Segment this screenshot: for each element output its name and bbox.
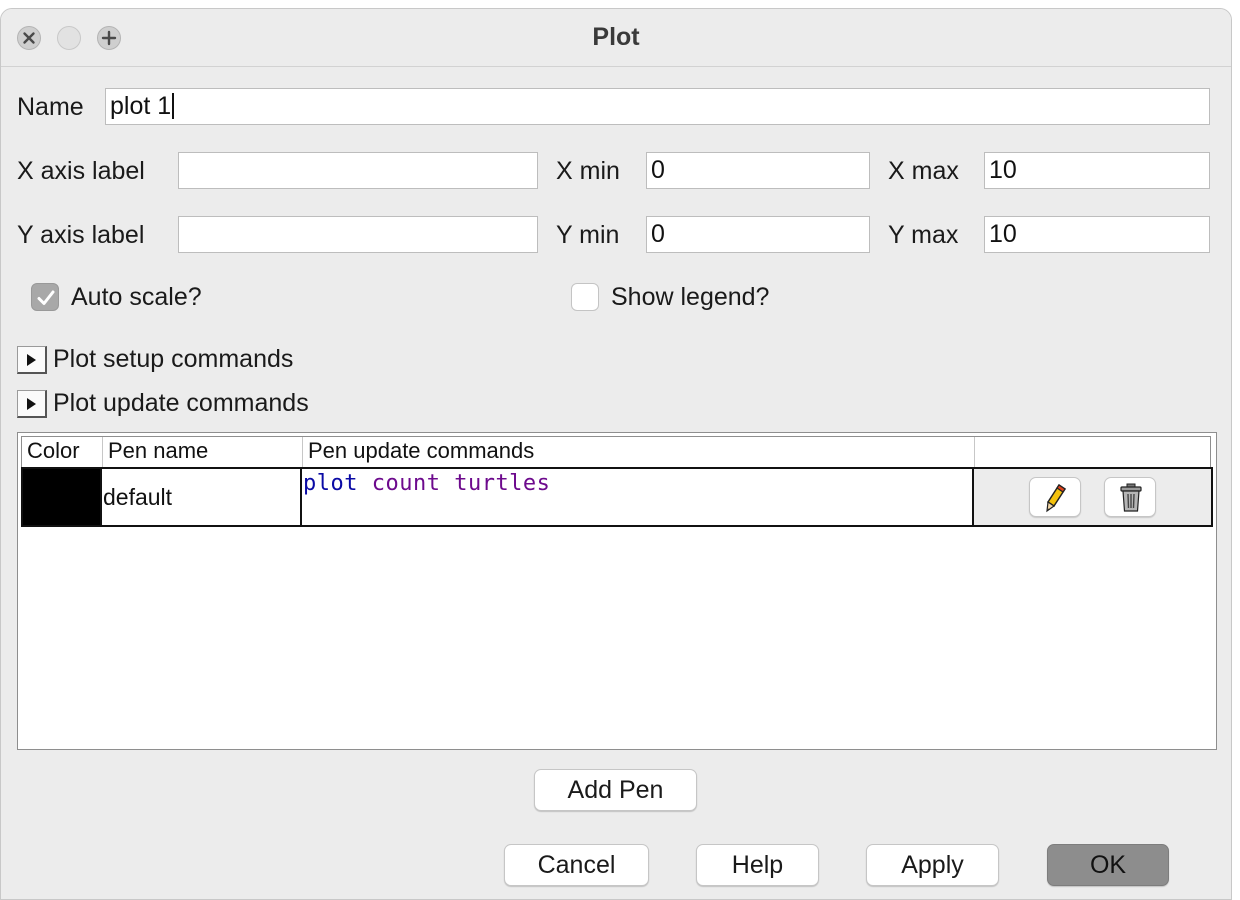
column-header-pen-update-commands: Pen update commands — [302, 437, 974, 467]
pen-row[interactable]: default plot count turtles — [21, 467, 1213, 527]
y-min-label: Y min — [556, 221, 620, 249]
x-max-field[interactable]: 10 — [984, 152, 1210, 189]
plot-setup-commands-toggle[interactable] — [17, 346, 47, 374]
plot-setup-commands-label[interactable]: Plot setup commands — [53, 345, 293, 374]
column-divider — [100, 469, 102, 525]
triangle-right-icon — [27, 354, 36, 366]
auto-scale-checkbox[interactable] — [31, 283, 59, 311]
code-keyword: plot — [303, 471, 358, 496]
x-min-label: X min — [556, 157, 620, 185]
plot-update-commands-toggle[interactable] — [17, 390, 47, 418]
pen-name[interactable]: default — [103, 484, 172, 511]
code-reporter: count turtles — [371, 471, 551, 496]
auto-scale-label: Auto scale? — [71, 283, 202, 311]
show-legend-checkbox[interactable] — [571, 283, 599, 311]
plot-dialog: Plot Name plot 1 X axis label X min 0 X … — [0, 8, 1232, 900]
checkmark-icon — [37, 290, 55, 305]
pens-table: Color Pen name Pen update commands defau… — [17, 432, 1217, 750]
x-max-label: X max — [888, 157, 959, 185]
show-legend-label: Show legend? — [611, 283, 770, 311]
column-header-color: Color — [27, 438, 80, 463]
name-label: Name — [17, 93, 84, 121]
trash-icon — [1120, 483, 1142, 512]
y-min-field[interactable]: 0 — [646, 216, 870, 253]
pen-actions — [974, 469, 1211, 525]
column-divider — [300, 469, 302, 525]
name-field[interactable]: plot 1 — [105, 88, 1210, 125]
column-header-pen-name: Pen name — [102, 437, 302, 467]
help-button[interactable]: Help — [696, 844, 819, 886]
y-axis-label-label: Y axis label — [17, 221, 145, 249]
text-caret — [172, 93, 175, 119]
column-header-actions — [974, 437, 1210, 467]
pen-update-code[interactable]: plot count turtles — [303, 471, 550, 496]
plot-update-commands-label[interactable]: Plot update commands — [53, 389, 309, 418]
x-min-field[interactable]: 0 — [646, 152, 870, 189]
y-axis-label-field[interactable] — [178, 216, 538, 253]
x-axis-label-field[interactable] — [178, 152, 538, 189]
pens-table-header: Color Pen name Pen update commands — [21, 436, 1211, 467]
x-axis-label-label: X axis label — [17, 157, 145, 185]
edit-pen-button[interactable] — [1029, 477, 1081, 517]
name-value: plot 1 — [110, 92, 172, 120]
y-max-field[interactable]: 10 — [984, 216, 1210, 253]
triangle-right-icon — [27, 398, 36, 410]
ok-button[interactable]: OK — [1047, 844, 1169, 886]
y-max-label: Y max — [888, 221, 959, 249]
delete-pen-button[interactable] — [1104, 477, 1156, 517]
window-title: Plot — [592, 23, 640, 51]
pencil-icon — [1046, 483, 1067, 513]
cancel-button[interactable]: Cancel — [504, 844, 649, 886]
add-pen-button[interactable]: Add Pen — [534, 769, 697, 811]
title-bar: Plot — [1, 9, 1231, 67]
pen-color-swatch[interactable] — [23, 469, 100, 525]
apply-button[interactable]: Apply — [866, 844, 999, 886]
